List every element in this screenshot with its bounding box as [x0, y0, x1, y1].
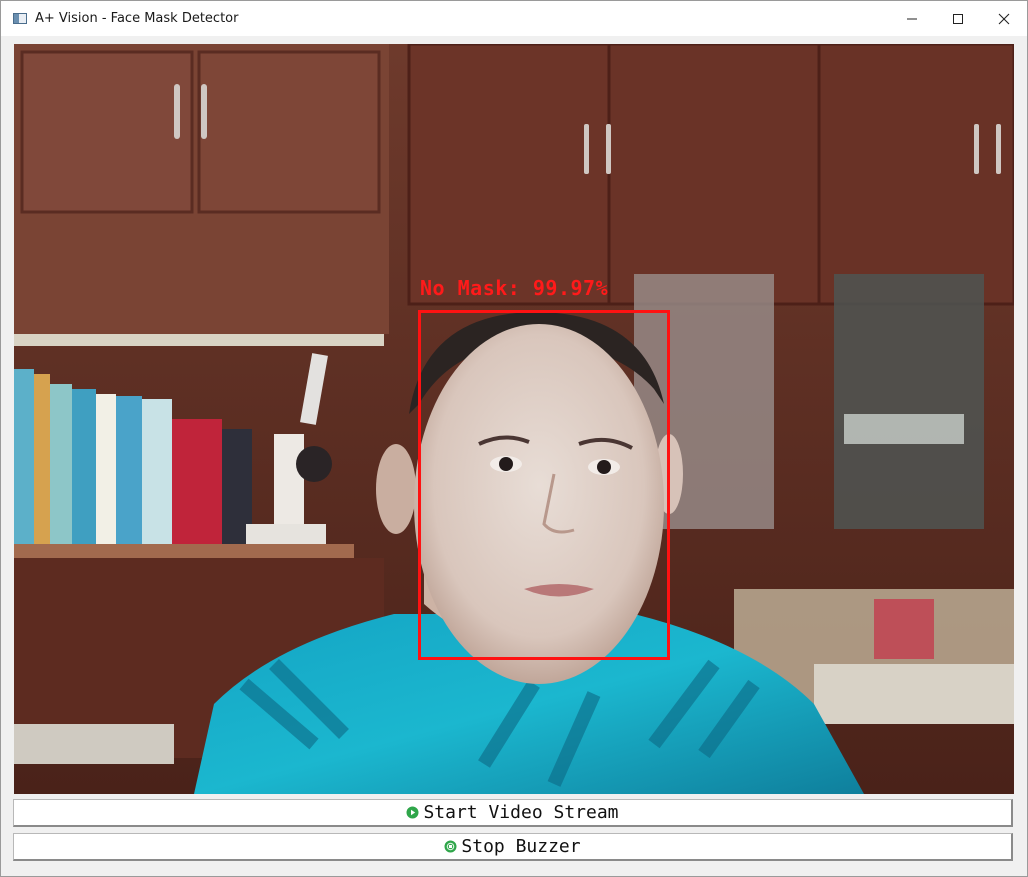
minimize-icon [907, 18, 917, 19]
window-title: A+ Vision - Face Mask Detector [35, 11, 239, 26]
face-bounding-box [418, 310, 670, 660]
stop-circle-icon [444, 840, 457, 853]
stop-button-label: Stop Buzzer [461, 836, 581, 857]
video-frame: No Mask: 99.97% [14, 44, 1014, 794]
stop-buzzer-button[interactable]: Stop Buzzer [13, 833, 1013, 861]
app-window: A+ Vision - Face Mask Detector No Mask: … [0, 0, 1028, 877]
maximize-icon [953, 13, 963, 24]
start-video-stream-button[interactable]: Start Video Stream [13, 799, 1013, 827]
start-button-label: Start Video Stream [423, 802, 619, 823]
minimize-button[interactable] [889, 1, 935, 36]
maximize-button[interactable] [935, 1, 981, 36]
play-circle-icon [406, 806, 419, 819]
detection-label: No Mask: 99.97% [420, 276, 609, 300]
close-icon [998, 13, 1010, 24]
title-bar[interactable]: A+ Vision - Face Mask Detector [1, 1, 1027, 36]
app-icon [13, 13, 27, 24]
window-controls [889, 1, 1027, 36]
close-button[interactable] [981, 1, 1027, 36]
